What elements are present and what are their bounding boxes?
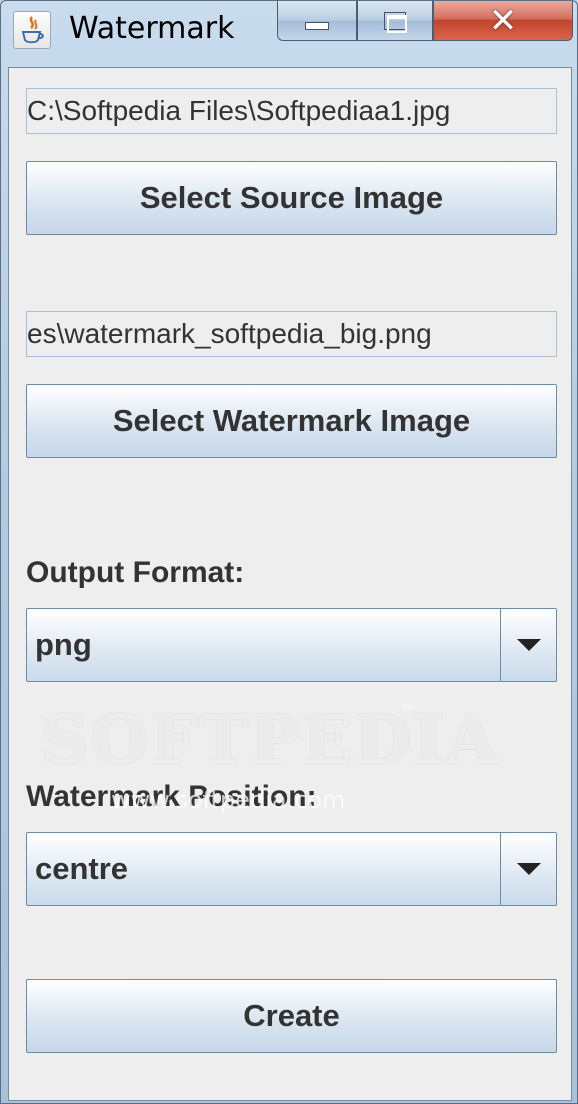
source-path-field[interactable]: C:\Softpedia Files\Softpediaa1.jpg <box>26 88 557 134</box>
output-format-arrow-button[interactable] <box>500 609 556 681</box>
watermark-position-dropdown[interactable]: centre <box>26 832 557 906</box>
window-frame: Watermark ✕ C:\Softpedia Files\Softpedia… <box>0 0 578 1104</box>
dropdown-arrow-icon <box>516 863 541 875</box>
watermark-position-label: Watermark Position: <box>26 780 317 813</box>
watermark-path-field[interactable]: es\watermark_softpedia_big.png <box>26 311 557 357</box>
output-format-dropdown[interactable]: png <box>26 608 557 682</box>
window-title: Watermark <box>69 11 235 46</box>
client-area: C:\Softpedia Files\Softpediaa1.jpg Selec… <box>8 67 572 1101</box>
create-button[interactable]: Create <box>26 979 557 1053</box>
close-icon: ✕ <box>488 0 518 41</box>
minimize-icon <box>305 21 329 30</box>
maximize-icon <box>384 11 407 33</box>
maximize-button[interactable] <box>357 1 433 41</box>
close-button[interactable]: ✕ <box>433 1 573 41</box>
caption-buttons: ✕ <box>277 1 573 41</box>
select-source-image-button[interactable]: Select Source Image <box>26 161 557 235</box>
title-bar[interactable]: Watermark ✕ <box>1 1 578 59</box>
output-format-value: png <box>35 627 92 662</box>
minimize-button[interactable] <box>277 1 357 41</box>
watermark-position-arrow-button[interactable] <box>500 833 556 905</box>
output-format-label: Output Format: <box>26 556 245 589</box>
select-watermark-image-button[interactable]: Select Watermark Image <box>26 384 557 458</box>
dropdown-arrow-icon <box>516 639 541 651</box>
trademark-mark: ™ <box>401 701 415 717</box>
source-path-text: C:\Softpedia Files\Softpediaa1.jpg <box>27 95 451 126</box>
watermark-path-text: es\watermark_softpedia_big.png <box>27 318 432 349</box>
watermark-position-value: centre <box>35 851 129 886</box>
java-app-icon[interactable] <box>13 11 51 49</box>
